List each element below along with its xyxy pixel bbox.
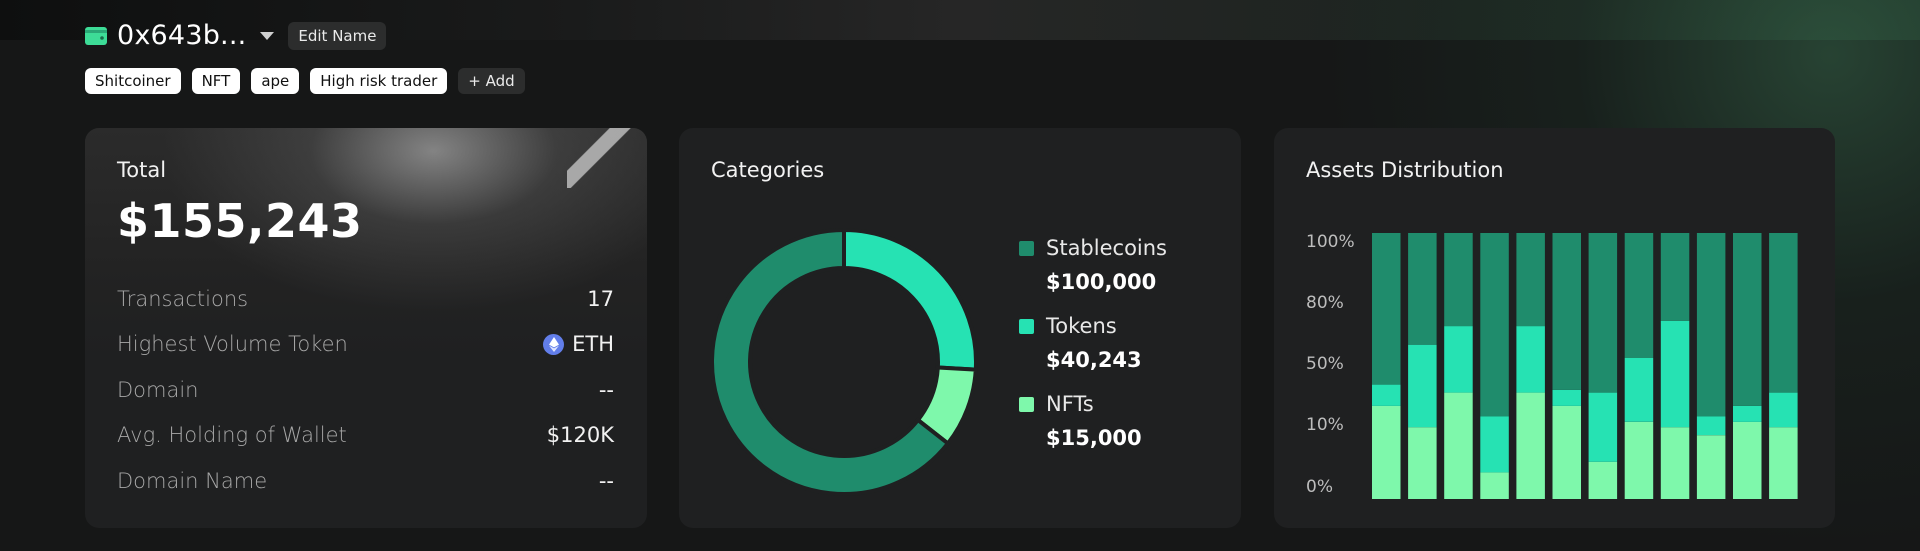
legend-swatch (1019, 396, 1034, 412)
bar-segment (1769, 233, 1798, 393)
bar-segment (1660, 233, 1690, 321)
donut-slice-tokens (842, 227, 978, 372)
y-tick-label: 0% (1306, 477, 1333, 497)
bar-segment (1408, 344, 1437, 428)
tag-chip[interactable]: NFT (191, 68, 241, 94)
add-tag-button[interactable]: + Add (458, 68, 525, 94)
bar-segment (1696, 435, 1726, 499)
categories-legend: Stablecoins $100,000 Tokens $40,243 NFTs… (1019, 236, 1167, 470)
total-title: Total (117, 158, 167, 182)
bar-segment (1408, 427, 1437, 499)
bar-segment (1660, 320, 1690, 428)
tag-list: Shitcoiner NFT ape High risk trader + Ad… (85, 68, 525, 94)
wallet-header: 0x643b... Edit Name (85, 20, 387, 51)
stat-value: -- (598, 468, 614, 493)
stat-value: ETH (543, 332, 614, 356)
bar-segment (1516, 326, 1545, 393)
bar-segment (1660, 427, 1690, 499)
stat-label: Highest Volume Token (117, 332, 348, 357)
y-tick-label: 100% (1306, 232, 1355, 252)
y-tick-label: 80% (1306, 293, 1344, 313)
wallet-address[interactable]: 0x643b... (117, 20, 246, 51)
bar-segment (1733, 405, 1762, 422)
legend-swatch (1019, 240, 1034, 256)
chart-title: Assets Distribution (1306, 158, 1504, 182)
bar-segment (1769, 427, 1798, 499)
stacked-bar-chart (1372, 233, 1798, 499)
assets-distribution-card: Assets Distribution 100% 80% 50% 10% 0% (1274, 128, 1835, 528)
stat-value: -- (598, 377, 614, 402)
tag-chip[interactable]: Shitcoiner (85, 68, 181, 94)
stat-row: Domain -- (117, 367, 614, 413)
legend-item: Tokens $40,243 (1019, 314, 1167, 372)
bar-segment (1696, 233, 1726, 417)
bar-segment (1372, 405, 1401, 499)
legend-value: $40,243 (1046, 348, 1142, 372)
tag-chip[interactable]: ape (251, 68, 300, 94)
categories-card: Categories Stablecoins $100,000 Tokens $… (679, 128, 1241, 528)
bar-segment (1516, 233, 1545, 327)
tag-chip[interactable]: High risk trader (310, 68, 448, 94)
bar-segment (1624, 421, 1654, 499)
token-symbol: ETH (572, 332, 614, 357)
stats-list: Transactions 17 Highest Volume Token ETH… (117, 276, 614, 504)
legend-label: Stablecoins (1046, 236, 1167, 260)
stat-row: Transactions 17 (117, 276, 614, 322)
stat-value: 17 (587, 286, 614, 311)
total-card: Total $155,243 Transactions 17 Highest V… (85, 128, 647, 528)
bar-segment (1444, 233, 1473, 327)
y-tick-label: 50% (1306, 354, 1344, 374)
bar-segment (1372, 233, 1401, 385)
edit-name-button[interactable]: Edit Name (288, 21, 387, 50)
card-decoration (567, 128, 647, 188)
bar-segment (1552, 389, 1581, 406)
bar-segment (1552, 233, 1581, 390)
bar-segment (1480, 233, 1509, 417)
bar-segment (1588, 461, 1618, 499)
categories-donut-chart (710, 227, 978, 496)
bar-segment (1696, 416, 1726, 436)
bar-segment (1769, 392, 1798, 428)
total-value: $155,243 (117, 194, 363, 248)
legend-swatch (1019, 318, 1034, 334)
wallet-icon (85, 26, 107, 45)
categories-title: Categories (711, 158, 825, 182)
bar-segment (1444, 392, 1473, 499)
stat-row: Highest Volume Token ETH (117, 322, 614, 368)
legend-label: NFTs (1046, 392, 1094, 416)
legend-value: $15,000 (1046, 426, 1142, 450)
bar-segment (1733, 233, 1762, 406)
stat-row: Avg. Holding of Wallet $120K (117, 413, 614, 459)
stat-label: Domain Name (117, 468, 268, 493)
bar-segment (1516, 392, 1545, 499)
bar-segment (1480, 416, 1509, 473)
bar-segment (1552, 405, 1581, 499)
legend-label: Tokens (1046, 314, 1117, 338)
legend-item: Stablecoins $100,000 (1019, 236, 1167, 294)
y-tick-label: 10% (1306, 415, 1344, 435)
stat-value: $120K (546, 423, 614, 448)
bar-segment (1444, 326, 1473, 393)
stat-label: Avg. Holding of Wallet (117, 423, 347, 448)
bar-segment (1588, 392, 1618, 462)
bar-segment (1372, 384, 1401, 406)
chevron-down-icon[interactable] (260, 31, 275, 40)
bar-segment (1408, 233, 1437, 345)
stat-row: Domain Name -- (117, 458, 614, 504)
bar-segment (1624, 233, 1654, 358)
bar-segment (1733, 421, 1762, 499)
legend-item: NFTs $15,000 (1019, 392, 1167, 450)
bar-segment (1588, 233, 1618, 393)
stat-label: Transactions (117, 286, 249, 311)
bar-segment (1624, 358, 1654, 422)
stat-label: Domain (117, 377, 199, 402)
bar-segment (1480, 472, 1509, 499)
legend-value: $100,000 (1046, 270, 1157, 294)
ethereum-icon (543, 333, 565, 355)
